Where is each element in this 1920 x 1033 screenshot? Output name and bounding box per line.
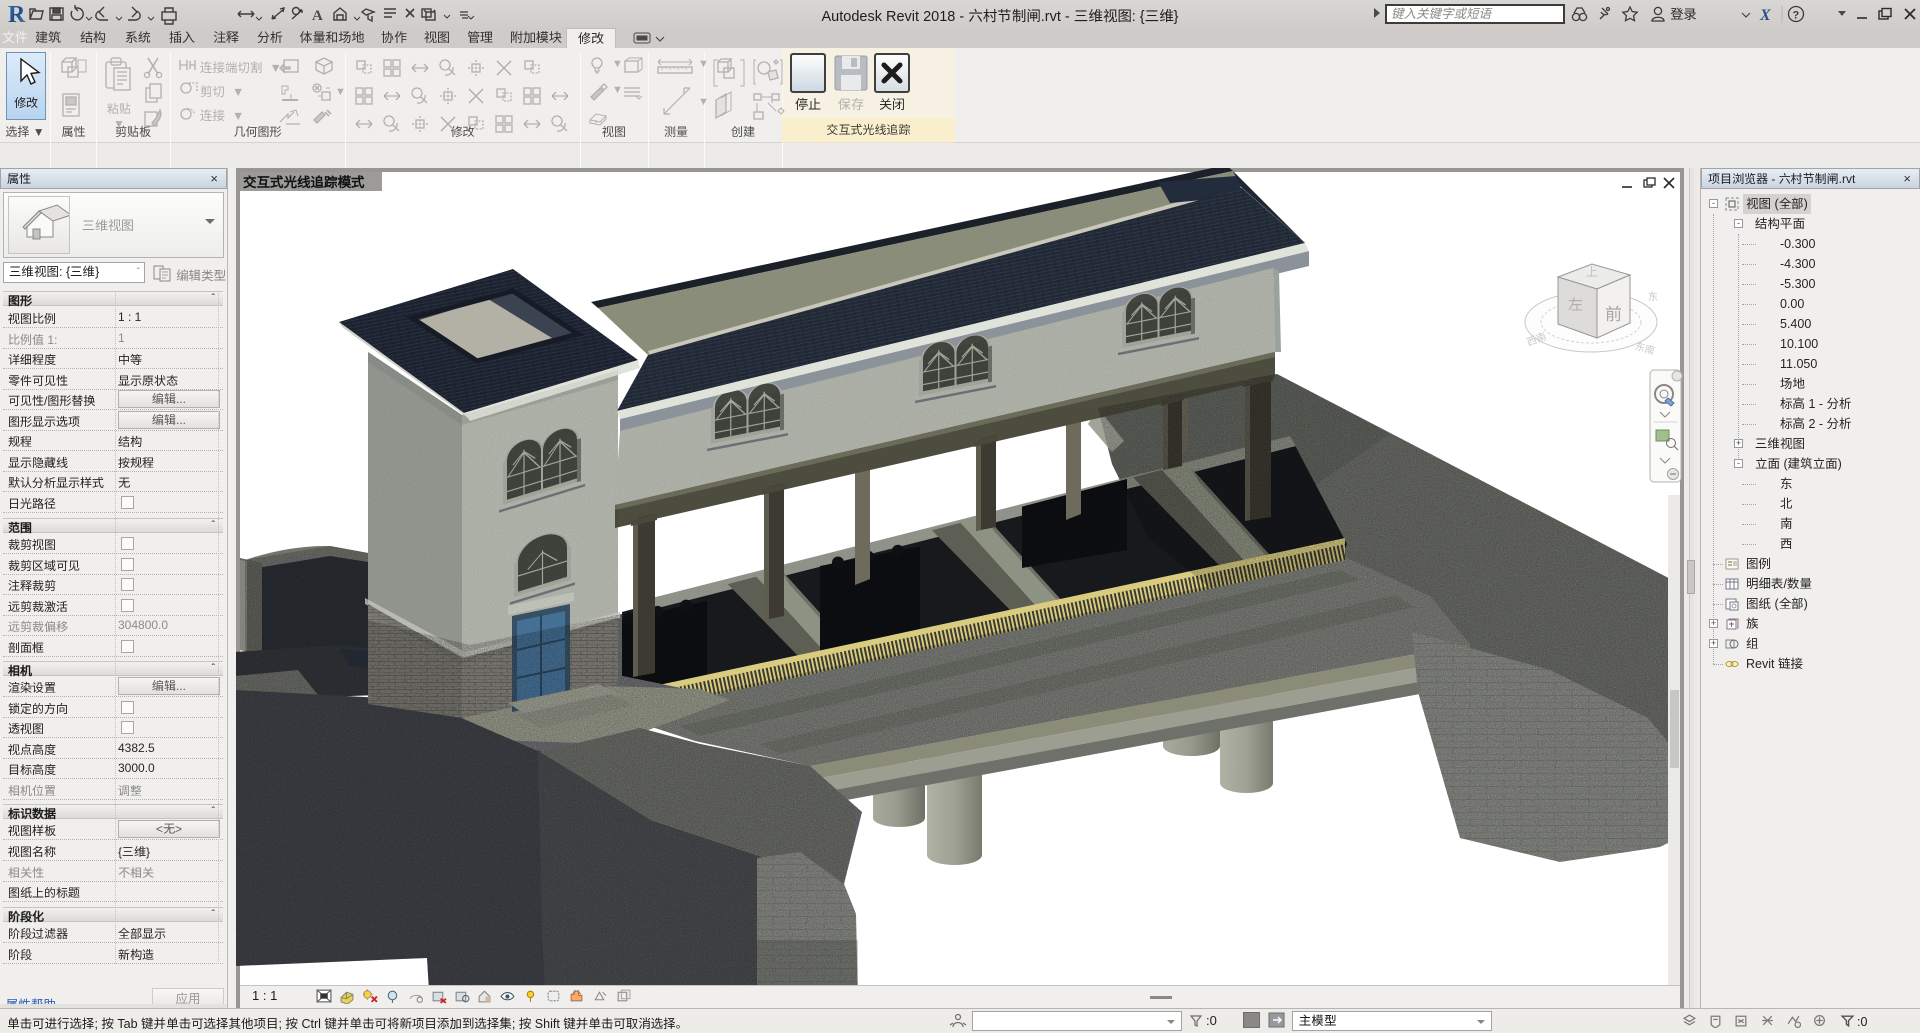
- svg-text:上: 上: [1586, 263, 1598, 280]
- svg-text:登录: 登录: [1670, 7, 1697, 22]
- svg-text:A: A: [312, 8, 323, 24]
- svg-text:东: 东: [1648, 288, 1658, 303]
- svg-text:前: 前: [1605, 300, 1622, 325]
- svg-text:?: ?: [1793, 10, 1800, 22]
- svg-text:X: X: [1759, 7, 1771, 24]
- svg-text:左: 左: [1568, 294, 1583, 315]
- svg-text:交互式光线追踪模式: 交互式光线追踪模式: [243, 171, 365, 191]
